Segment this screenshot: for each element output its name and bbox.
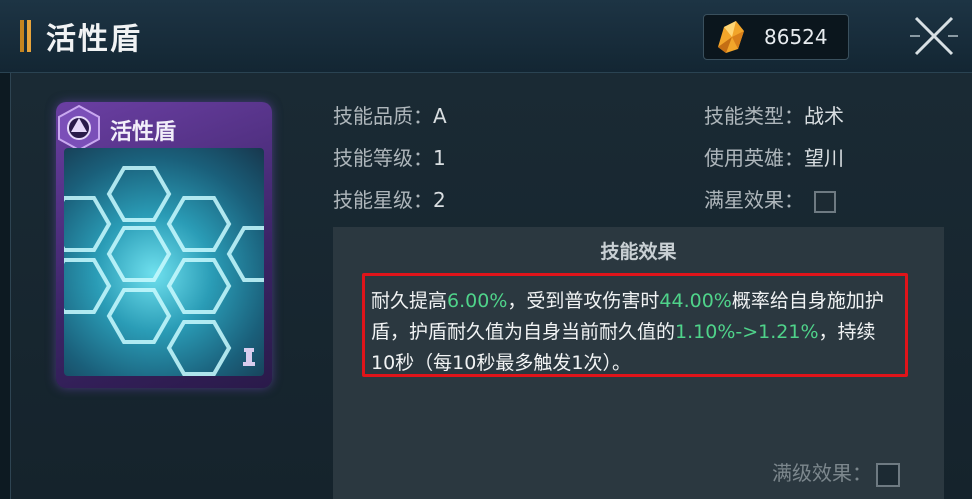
skill-level-value: 1 bbox=[433, 146, 446, 170]
rook-icon bbox=[243, 348, 255, 366]
currency-value: 86524 bbox=[764, 25, 828, 49]
skill-type: 技能类型：战术 bbox=[704, 100, 844, 129]
close-icon[interactable] bbox=[906, 8, 962, 64]
max-level-label: 满级效果： bbox=[772, 461, 872, 485]
max-level-effect: 满级效果： bbox=[772, 457, 900, 487]
skill-type-label: 技能类型： bbox=[704, 104, 804, 128]
hero-user-value: 望川 bbox=[804, 146, 844, 170]
skill-star: 技能星级：2 bbox=[333, 184, 446, 213]
full-star-checkbox[interactable] bbox=[814, 190, 836, 213]
page-title: 活性盾 bbox=[46, 22, 142, 57]
skill-level: 技能等级：1 bbox=[333, 142, 446, 171]
skill-level-label: 技能等级： bbox=[333, 146, 433, 170]
crystal-icon bbox=[718, 21, 744, 53]
hero-user-label: 使用英雄： bbox=[704, 146, 804, 170]
skill-star-value: 2 bbox=[433, 188, 446, 212]
title-accent bbox=[20, 20, 34, 52]
currency-display: 86524 bbox=[703, 14, 849, 60]
max-level-checkbox[interactable] bbox=[876, 462, 900, 487]
hero-user: 使用英雄：望川 bbox=[704, 142, 844, 171]
effect-text-2: ，受到普攻伤害时 bbox=[507, 290, 660, 312]
effect-text-1: 耐久提高 bbox=[371, 290, 448, 312]
skill-star-label: 技能星级： bbox=[333, 188, 433, 212]
hexagon-shield-art bbox=[64, 166, 264, 376]
skill-type-value: 战术 bbox=[804, 104, 844, 128]
effect-description: 耐久提高6.00%，受到普攻伤害时44.00%概率给自身施加护盾，护盾耐久值为自… bbox=[362, 273, 908, 377]
full-star-effect: 满星效果： bbox=[704, 184, 836, 213]
skill-quality-label: 技能品质： bbox=[333, 104, 433, 128]
skill-quality: 技能品质：A bbox=[333, 100, 447, 129]
effect-highlight-2: 44.00% bbox=[659, 290, 732, 312]
skill-quality-value: A bbox=[433, 104, 447, 128]
skill-card: 活性盾 bbox=[56, 102, 272, 388]
full-star-label: 满星效果： bbox=[704, 188, 804, 212]
effect-title: 技能效果 bbox=[600, 241, 677, 263]
card-title: 活性盾 bbox=[110, 120, 177, 145]
card-art bbox=[64, 148, 264, 376]
header-bar: 活性盾 86524 bbox=[0, 0, 972, 73]
effect-highlight-3: 1.10%->1.21% bbox=[675, 321, 819, 343]
hex-emblem-icon bbox=[58, 104, 100, 152]
effect-highlight-1: 6.00% bbox=[447, 290, 508, 312]
